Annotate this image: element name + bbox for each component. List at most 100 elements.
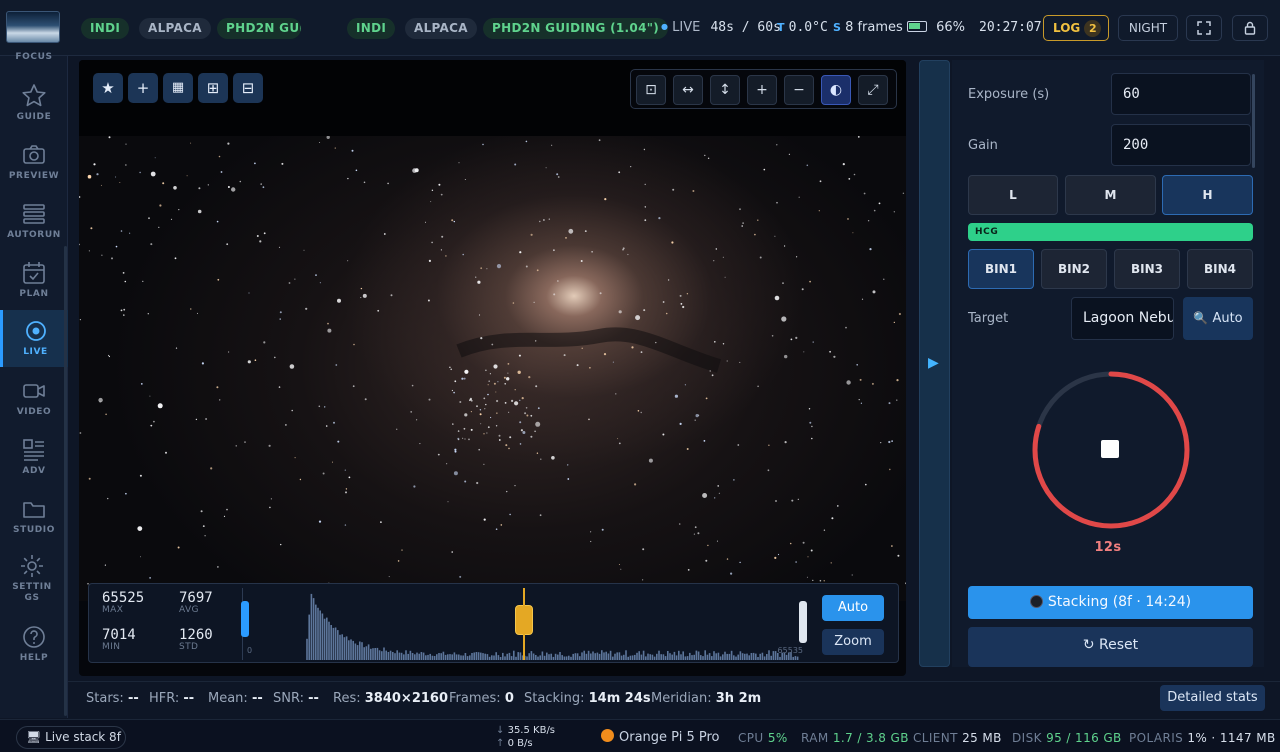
frames-readout: S 8 frames	[833, 20, 903, 35]
histogram-bar	[486, 654, 489, 660]
star	[279, 311, 282, 314]
gain-input[interactable]: 200	[1111, 124, 1251, 166]
sidebar-item-live[interactable]: LIVE	[0, 310, 68, 367]
histogram-zoom-button[interactable]: Zoom	[822, 629, 884, 655]
indi-status-pill-2[interactable]: INDI	[347, 18, 396, 39]
fullscreen-button[interactable]	[1186, 15, 1222, 41]
star	[483, 463, 485, 465]
histogram-bar	[396, 650, 398, 660]
sidebar-item-help[interactable]: HELP	[0, 624, 68, 663]
live-dot-icon: ●	[661, 22, 668, 31]
star	[175, 347, 178, 349]
histogram-bar	[361, 642, 363, 660]
star	[823, 580, 825, 582]
histogram-chart[interactable]: 0 65535	[241, 588, 811, 660]
star	[711, 374, 714, 377]
histogram-bar	[616, 652, 618, 660]
zoom-in-button[interactable]: +	[747, 75, 777, 105]
sidebar-item-guide[interactable]: GUIDE	[0, 83, 68, 122]
log-button[interactable]: LOG 2	[1043, 15, 1109, 41]
sidebar-scrollbar[interactable]	[64, 246, 67, 716]
exposure-input[interactable]: 60	[1111, 73, 1251, 115]
star	[458, 162, 460, 164]
star	[717, 485, 719, 487]
sidebar-item-video[interactable]: VIDEO	[0, 378, 68, 417]
star	[88, 250, 90, 252]
phd2-status-pill[interactable]: PHD2N GUIDING (1.04")	[217, 18, 301, 39]
indi-status-pill[interactable]: INDI	[81, 18, 130, 39]
gain-mode-low-button[interactable]: L	[968, 175, 1058, 215]
stacking-button[interactable]: Stacking (8f · 14:24)	[968, 586, 1253, 619]
star	[451, 551, 454, 553]
stat-mean: Mean: --	[208, 691, 263, 706]
target-input[interactable]: Lagoon Nebula	[1071, 297, 1174, 340]
histogram-bar	[484, 653, 486, 660]
star	[784, 354, 788, 359]
stats-row: Stars: -- HFR: -- Mean: -- SNR: -- Res: …	[68, 681, 1280, 714]
stat-snr-label: SNR:	[273, 691, 304, 706]
play-arrow-icon[interactable]: ▶	[928, 355, 939, 371]
compare-view-button[interactable]: ⊟	[233, 73, 263, 103]
app-logo[interactable]	[6, 11, 60, 43]
expand-button[interactable]: ⤢	[858, 75, 888, 105]
zoom-out-button[interactable]: −	[784, 75, 814, 105]
sidebar-item-settings[interactable]: SETTINGS	[0, 553, 64, 604]
crosshair-tool-button[interactable]: +	[128, 73, 158, 103]
star	[254, 162, 256, 165]
disk-value: 95 / 116 GB	[1046, 731, 1122, 745]
panel-scrollbar[interactable]	[1252, 74, 1255, 168]
histogram-bar	[719, 656, 722, 660]
help-icon	[23, 626, 45, 648]
star	[108, 136, 111, 139]
alpaca-status-pill-2[interactable]: ALPACA	[405, 18, 477, 39]
sidebar-item-plan[interactable]: PLAN	[0, 260, 68, 299]
auto-target-button[interactable]: 🔍 Auto	[1183, 297, 1253, 340]
alpaca-status-pill[interactable]: ALPACA	[139, 18, 211, 39]
bin2-button[interactable]: BIN2	[1041, 249, 1107, 289]
bin4-button[interactable]: BIN4	[1187, 249, 1253, 289]
star	[643, 148, 646, 151]
auto-target-label: Auto	[1212, 311, 1243, 326]
bin1-button[interactable]: BIN1	[968, 249, 1034, 289]
black-point-handle[interactable]	[241, 601, 249, 637]
panel-collapse-strip[interactable]: ▶	[919, 60, 950, 667]
star	[98, 397, 103, 403]
stack-icon	[23, 204, 45, 224]
sidebar-item-preview[interactable]: PREVIEW	[0, 142, 68, 181]
detailed-stats-button[interactable]: Detailed stats	[1160, 685, 1265, 711]
star	[791, 499, 794, 502]
fit-width-button[interactable]: ↔	[673, 75, 703, 105]
gain-mode-high-button[interactable]: H	[1162, 175, 1253, 215]
white-point-handle[interactable]	[799, 601, 807, 643]
ram-usage: RAM 1.7 / 3.8 GB	[801, 731, 909, 745]
live-stack-image[interactable]	[79, 136, 906, 601]
stat-min-value: 7014	[102, 627, 136, 643]
grid-tool-button[interactable]: ▦	[163, 73, 193, 103]
reset-button[interactable]: ↻ Reset	[968, 627, 1253, 667]
star	[852, 232, 854, 234]
stop-capture-button[interactable]	[1101, 440, 1119, 458]
lock-button[interactable]	[1232, 15, 1268, 41]
image-viewer[interactable]: ★ + ▦ ⊞ ⊟ ⊡ ↔ ↕ + − ◐ ⤢ 65525 MAX 7697 AVG…	[79, 60, 906, 676]
histogram-bar	[680, 654, 682, 660]
auto-stretch-button[interactable]: Auto	[822, 595, 884, 621]
sidebar-item-adv[interactable]: ADV	[0, 437, 68, 476]
phd2-guiding-pill[interactable]: PHD2N GUIDING (1.04")	[483, 18, 669, 39]
bin3-button[interactable]: BIN3	[1114, 249, 1180, 289]
star-tool-button[interactable]: ★	[93, 73, 123, 103]
sidebar-item-autorun[interactable]: AUTORUN	[0, 201, 68, 240]
star	[902, 192, 905, 194]
histogram-bar	[453, 652, 456, 660]
live-stack-chip[interactable]: 🖥 Live stack 8f	[16, 726, 126, 749]
fit-height-button[interactable]: ↕	[710, 75, 740, 105]
sidebar-item-studio[interactable]: STUDIO	[0, 496, 68, 535]
histogram-bar	[471, 653, 473, 660]
star	[872, 290, 876, 294]
sidebar-item-focus[interactable]: FOCUS	[0, 52, 68, 66]
night-mode-button[interactable]: NIGHT	[1118, 15, 1178, 41]
gain-mode-medium-button[interactable]: M	[1065, 175, 1156, 215]
split-view-button[interactable]: ⊞	[198, 73, 228, 103]
stretch-toggle-button[interactable]: ◐	[821, 75, 851, 105]
fit-button[interactable]: ⊡	[636, 75, 666, 105]
star	[355, 169, 358, 172]
